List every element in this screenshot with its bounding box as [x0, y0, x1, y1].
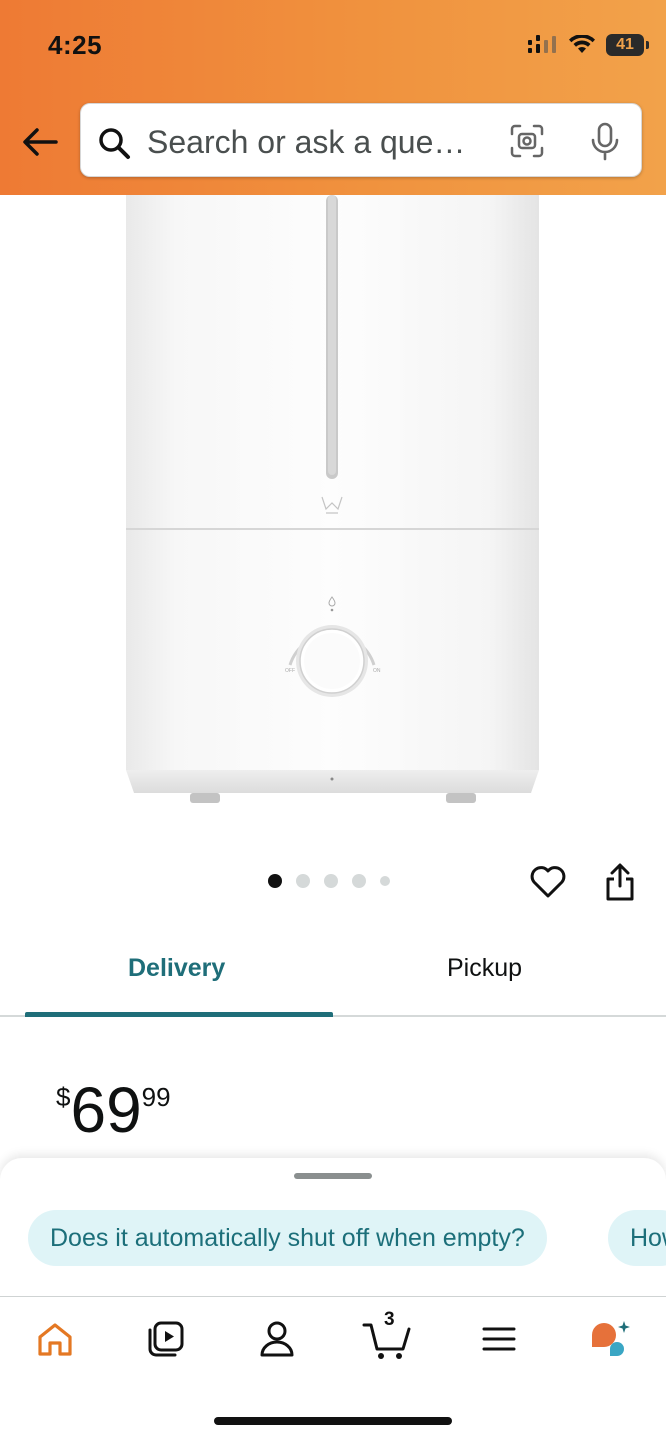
nav-video[interactable] — [138, 1315, 194, 1363]
nav-cart[interactable]: 3 — [360, 1309, 416, 1363]
camera-lens-icon[interactable] — [509, 124, 545, 158]
nav-rufus[interactable] — [582, 1315, 638, 1363]
arrow-left-icon — [23, 128, 58, 156]
fulfillment-tabs: Delivery Pickup — [0, 930, 666, 1017]
search-icon — [99, 128, 130, 159]
back-button[interactable] — [20, 122, 60, 162]
suggestion-chip[interactable]: Does it automatically shut off when empt… — [28, 1210, 547, 1266]
battery-icon: 41 — [606, 34, 649, 56]
battery-level: 41 — [616, 36, 634, 53]
image-carousel-dots[interactable] — [268, 874, 390, 888]
bottom-nav: 3 — [0, 1296, 666, 1441]
heart-icon — [530, 866, 566, 898]
signal-icon — [528, 35, 556, 53]
carousel-dot[interactable] — [268, 874, 282, 888]
favorite-button[interactable] — [526, 860, 570, 904]
ask-suggestions-sheet: Does it automatically shut off when empt… — [0, 1158, 666, 1298]
home-indicator — [214, 1417, 452, 1425]
svg-text:ON: ON — [373, 668, 381, 674]
video-icon — [148, 1321, 184, 1357]
share-button[interactable] — [598, 860, 642, 904]
app-header: 4:25 41 — [0, 0, 666, 195]
svg-text:OFF: OFF — [285, 668, 295, 674]
account-icon — [260, 1321, 294, 1357]
home-icon — [38, 1323, 72, 1356]
humidifier-image: OFF ON — [126, 195, 539, 803]
share-icon — [606, 863, 634, 901]
rufus-icon — [592, 1321, 630, 1356]
carousel-dot[interactable] — [352, 874, 366, 888]
product-price: $ 69 99 — [56, 1074, 171, 1142]
carousel-dot[interactable] — [324, 874, 338, 888]
search-bar[interactable] — [80, 103, 642, 177]
nav-menu[interactable] — [471, 1315, 527, 1363]
status-time: 4:25 — [48, 30, 103, 60]
cart-count-badge: 3 — [384, 1309, 395, 1330]
price-currency: $ — [56, 1082, 71, 1112]
tab-delivery[interactable]: Delivery — [128, 954, 225, 983]
price-whole: 69 — [70, 1074, 142, 1146]
status-icons: 41 — [528, 34, 649, 56]
product-image[interactable]: OFF ON — [0, 195, 666, 825]
search-input[interactable] — [145, 116, 489, 168]
price-fraction: 99 — [141, 1082, 171, 1112]
carousel-dot[interactable] — [380, 876, 390, 886]
carousel-dot[interactable] — [296, 874, 310, 888]
tab-pickup[interactable]: Pickup — [447, 954, 522, 983]
microphone-icon[interactable] — [589, 122, 621, 162]
selected-tab-indicator — [25, 1012, 333, 1017]
menu-icon — [482, 1327, 516, 1351]
sheet-drag-handle[interactable] — [294, 1173, 372, 1179]
wifi-icon — [569, 35, 595, 53]
nav-account[interactable] — [249, 1315, 305, 1363]
suggestion-chip[interactable]: How — [608, 1210, 666, 1266]
nav-home[interactable] — [27, 1315, 83, 1363]
